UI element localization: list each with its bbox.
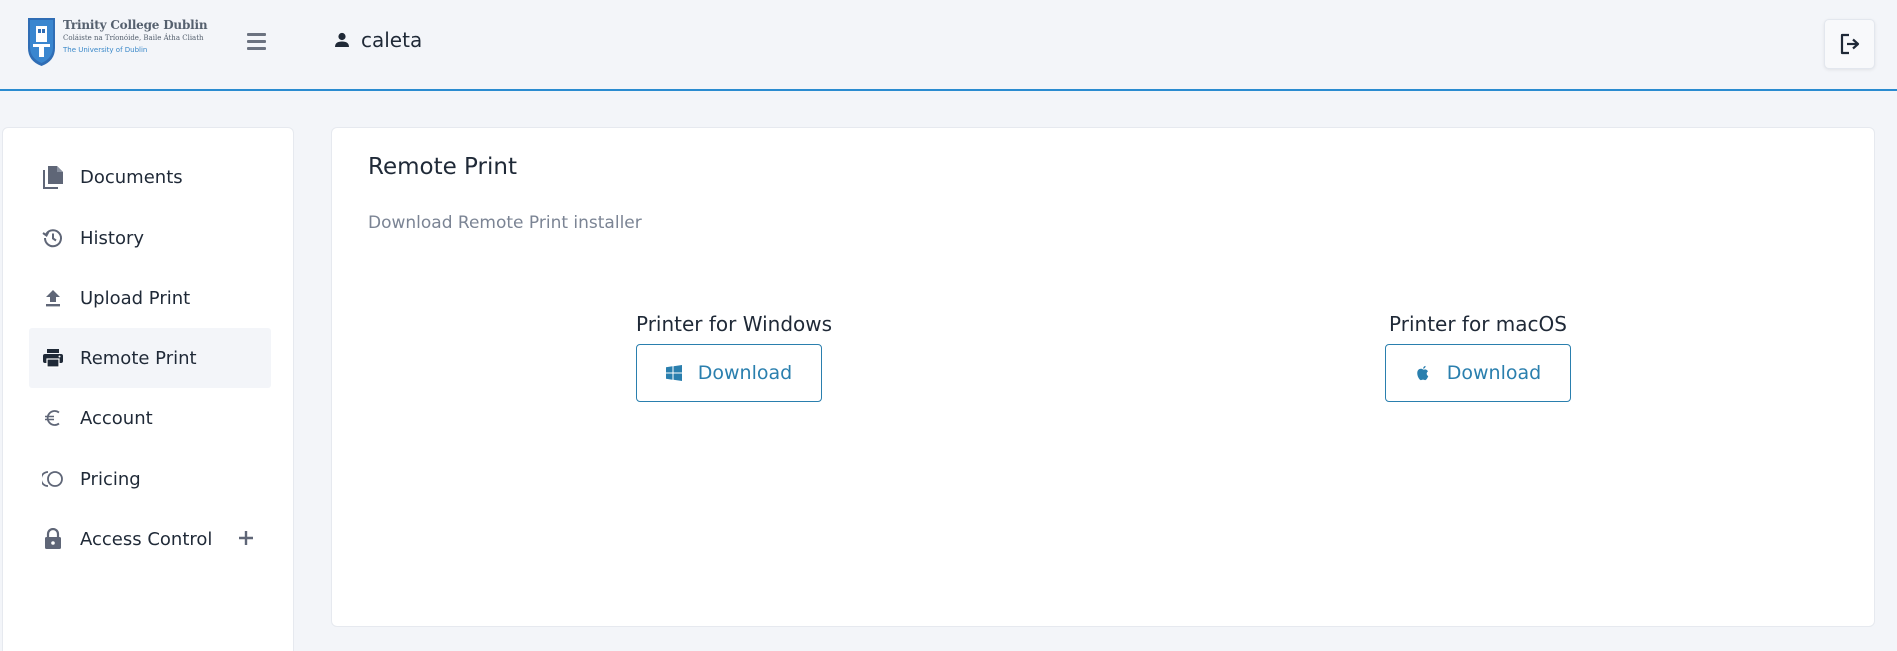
sidebar-item-pricing[interactable]: Pricing	[29, 449, 271, 509]
printer-icon	[41, 346, 65, 370]
windows-icon	[665, 365, 682, 381]
apple-icon	[1417, 365, 1429, 381]
history-icon	[41, 226, 65, 250]
sidebar-item-label: Remote Print	[80, 347, 197, 369]
page-subtitle: Download Remote Print installer	[368, 213, 642, 233]
sidebar-item-documents[interactable]: Documents	[29, 147, 271, 207]
macos-download-button[interactable]: Download	[1385, 344, 1571, 402]
page-title: Remote Print	[368, 154, 517, 180]
windows-download-title: Printer for Windows	[636, 312, 833, 336]
pricing-icon	[41, 467, 65, 491]
sidebar-item-history[interactable]: History	[29, 208, 271, 268]
upload-icon	[41, 286, 65, 310]
remote-print-card: Remote Print Download Remote Print insta…	[331, 127, 1875, 627]
macos-download-label: Download	[1446, 362, 1542, 384]
sidebar-item-remote-print[interactable]: Remote Print	[29, 328, 271, 388]
lock-icon	[41, 527, 65, 551]
sidebar-nav: Documents History Upload Print Remote Pr…	[2, 127, 294, 651]
euro-icon	[41, 406, 65, 430]
windows-download-section: Printer for Windows Download	[636, 312, 833, 402]
windows-download-button[interactable]: Download	[636, 344, 822, 402]
hamburger-icon[interactable]	[247, 33, 267, 53]
sidebar-item-access-control[interactable]: Access Control	[29, 509, 271, 569]
windows-download-label: Download	[697, 362, 793, 384]
documents-icon	[41, 165, 65, 189]
crest-icon	[28, 18, 55, 66]
macos-download-section: Printer for macOS Download	[1385, 312, 1571, 402]
user-info[interactable]: caleta	[332, 28, 422, 52]
sidebar-item-label: Pricing	[80, 468, 141, 490]
username: caleta	[361, 28, 423, 52]
logo-tagline: The University of Dublin	[63, 46, 148, 54]
sidebar-item-label: Documents	[80, 166, 183, 188]
sidebar-item-upload-print[interactable]: Upload Print	[29, 268, 271, 328]
logo-title: Trinity College Dublin	[63, 18, 208, 32]
sidebar-item-label: Upload Print	[80, 287, 191, 309]
tcd-logo[interactable]: Trinity College Dublin Coláiste na Tríon…	[26, 16, 208, 68]
logout-icon	[1840, 33, 1859, 55]
top-header: Trinity College Dublin Coláiste na Tríon…	[0, 0, 1897, 91]
plus-icon[interactable]	[237, 529, 255, 547]
sidebar-item-account[interactable]: Account	[29, 388, 271, 448]
user-icon	[335, 32, 349, 47]
sidebar-item-label: History	[80, 227, 145, 249]
logo-irish-name: Coláiste na Tríonóide, Baile Átha Cliath	[63, 34, 204, 42]
sidebar-item-label: Account	[80, 407, 153, 429]
sidebar-item-label: Access Control	[80, 528, 213, 550]
logout-button[interactable]	[1824, 19, 1875, 69]
macos-download-title: Printer for macOS	[1389, 312, 1567, 336]
